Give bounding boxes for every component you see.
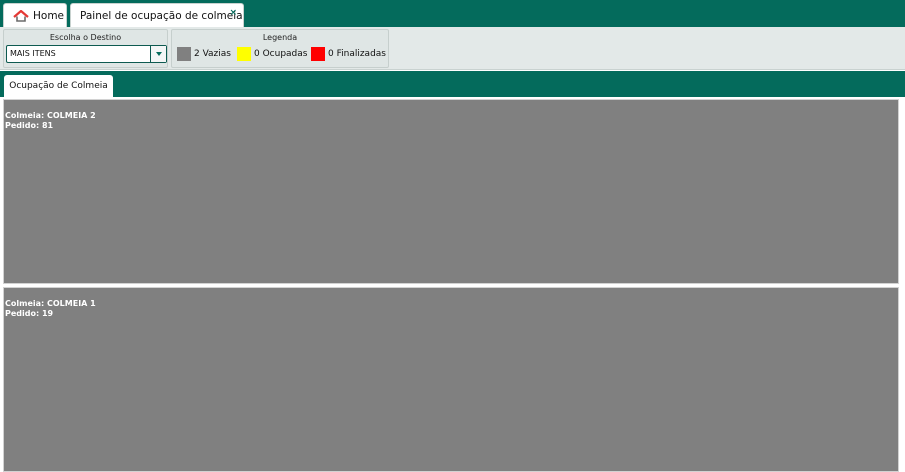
section-tab-bar: Ocupação de Colmeia [0,71,905,97]
legend-label-vazias: 2 Vazias [194,49,231,59]
colmeia-info: Colmeia: COLMEIA 2 Pedido: 81 [5,111,96,131]
colmeia-order: Pedido: 19 [5,309,54,318]
tab-painel-ocupacao[interactable]: Painel de ocupação de colmeia × [70,3,244,27]
colmeia-info: Colmeia: COLMEIA 1 Pedido: 19 [5,299,96,319]
colmeia-name: Colmeia: COLMEIA 1 [5,299,96,308]
destination-panel: Escolha o Destino MAIS ITENS [3,29,168,68]
tab-painel-label: Painel de ocupação de colmeia [80,9,243,22]
colmeia-name: Colmeia: COLMEIA 2 [5,111,96,120]
chevron-down-icon [156,52,162,56]
top-tab-bar: Home Painel de ocupação de colmeia × [0,0,905,27]
destination-dropdown-button[interactable] [150,46,166,62]
home-icon [13,9,29,22]
colmeia-order: Pedido: 81 [5,121,54,130]
tab-home-label: Home [33,9,65,22]
tab-home[interactable]: Home [3,3,67,27]
legend-title: Legenda [262,33,298,42]
filter-toolbar: Escolha o Destino MAIS ITENS Legenda 2 V… [0,27,905,70]
colmeia-card[interactable]: Colmeia: COLMEIA 1 Pedido: 19 [3,287,899,472]
legend-swatch-yellow [237,47,251,61]
legend-label-ocupadas: 0 Ocupadas [254,49,308,59]
colmeia-card[interactable]: Colmeia: COLMEIA 2 Pedido: 81 [3,99,899,284]
destination-select[interactable]: MAIS ITENS [6,45,167,63]
destination-title: Escolha o Destino [49,33,122,42]
legend-item-finalizadas: 0 Finalizadas [311,47,386,61]
legend-item-ocupadas: 0 Ocupadas [237,47,307,61]
close-icon[interactable]: × [229,8,237,18]
legend-item-vazias: 2 Vazias [177,47,231,61]
tab-ocupacao-colmeia[interactable]: Ocupação de Colmeia [4,75,113,97]
legend-label-finalizadas: 0 Finalizadas [328,49,386,59]
legend-swatch-gray [177,47,191,61]
legend-panel: Legenda 2 Vazias 0 Ocupadas 0 Finalizada… [171,29,389,68]
legend-swatch-red [311,47,325,61]
destination-select-value: MAIS ITENS [10,49,56,58]
